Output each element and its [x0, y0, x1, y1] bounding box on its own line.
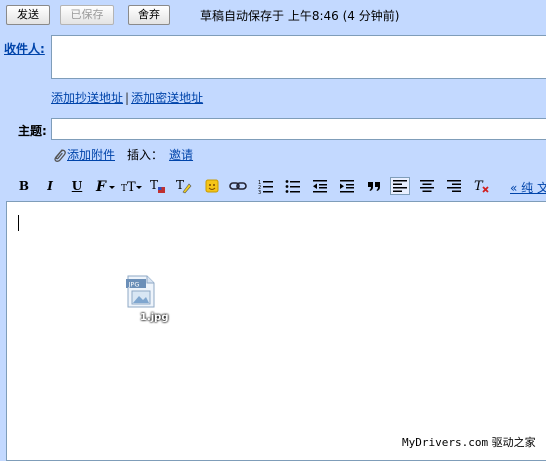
text-cursor [18, 215, 19, 231]
to-label-link[interactable]: 收件人: [4, 40, 45, 57]
cc-bcc-links: 添加抄送地址 | 添加密送地址 [51, 89, 203, 106]
add-bcc-link[interactable]: 添加密送地址 [131, 91, 203, 105]
add-attachment-link[interactable]: 添加附件 [67, 146, 115, 163]
watermark: MyDrivers.com 驱动之家 [402, 434, 536, 450]
bold-button[interactable]: B [14, 177, 34, 195]
blockquote-icon[interactable] [364, 177, 384, 195]
align-right-icon[interactable] [444, 177, 464, 195]
formatting-toolbar: B I U F TT T T 123 T « 纯 文 [6, 173, 546, 199]
attachment-row: 添加附件 插入： 邀请 [51, 146, 193, 163]
image-file-icon[interactable]: JPG [125, 275, 157, 309]
link-icon[interactable] [228, 177, 248, 195]
subject-input[interactable] [51, 118, 546, 140]
invite-link[interactable]: 邀请 [169, 146, 193, 163]
autosave-status: 草稿自动保存于 上午8:46 (4 分钟前) [200, 9, 400, 23]
align-center-icon[interactable] [417, 177, 437, 195]
watermark-site: MyDrivers.com [402, 436, 489, 449]
send-button[interactable]: 发送 [6, 5, 50, 25]
watermark-brand: 驱动之家 [491, 436, 536, 449]
svg-text:T: T [150, 178, 158, 192]
file-name-label: 1.jpg [140, 312, 169, 323]
add-cc-link[interactable]: 添加抄送地址 [51, 91, 123, 105]
message-body-editor[interactable]: JPG 1.jpg [6, 201, 546, 461]
svg-text:3: 3 [258, 190, 261, 194]
svg-text:T: T [176, 178, 184, 192]
font-family-icon[interactable]: F [94, 177, 118, 195]
svg-text:F: F [95, 179, 107, 194]
numbered-list-icon[interactable]: 123 [256, 177, 276, 195]
svg-text:T: T [474, 179, 484, 194]
text-color-icon[interactable]: T [148, 177, 168, 195]
paperclip-icon[interactable] [51, 147, 67, 163]
compose-toolbar: 发送 已保存 舍弃 草稿自动保存于 上午8:46 (4 分钟前) [0, 0, 546, 30]
subject-label: 主题: [18, 124, 47, 138]
emoji-icon[interactable] [202, 177, 222, 195]
svg-text:T: T [127, 180, 136, 194]
underline-button[interactable]: U [67, 177, 87, 195]
insert-label: 插入： [127, 148, 164, 162]
file-type-label: JPG [128, 281, 140, 289]
plain-text-link[interactable]: « 纯 文 [510, 179, 546, 196]
bulleted-list-icon[interactable] [283, 177, 303, 195]
italic-button[interactable]: I [40, 177, 60, 195]
highlight-color-icon[interactable]: T [174, 177, 194, 195]
saved-button[interactable]: 已保存 [60, 5, 114, 25]
link-separator: | [125, 91, 130, 105]
discard-button[interactable]: 舍弃 [128, 5, 170, 25]
decrease-indent-icon[interactable] [310, 177, 330, 195]
increase-indent-icon[interactable] [337, 177, 357, 195]
font-size-icon[interactable]: TT [120, 177, 144, 195]
align-left-icon[interactable] [390, 177, 410, 195]
to-field[interactable] [51, 35, 546, 79]
remove-formatting-icon[interactable]: T [472, 177, 492, 195]
